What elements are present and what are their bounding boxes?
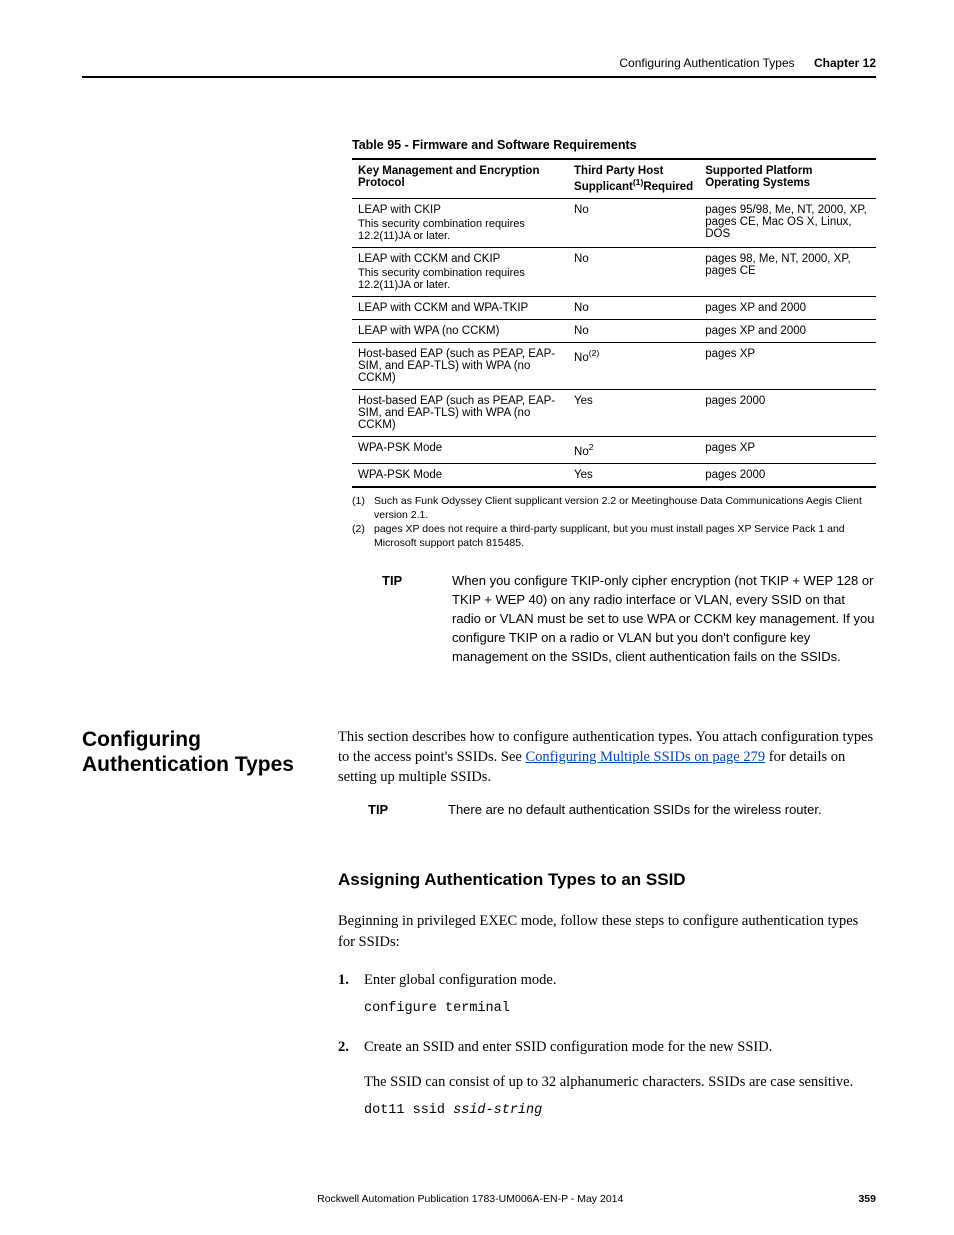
tip-block: TIP There are no default authentication … [338,801,876,819]
code-block: configure terminal [364,1000,876,1019]
footnote: (1) Such as Funk Odyssey Client supplica… [352,494,876,522]
cell-protocol: Host-based EAP (such as PEAP, EAP-SIM, a… [352,342,568,389]
cell-protocol: WPA-PSK Mode [352,463,568,487]
section-heading: Configuring Authentication Types [82,727,338,1139]
cell-supplicant-val: No [574,352,589,364]
col-protocol: Key Management and Encryption Protocol [352,159,568,198]
footer-publication: Rockwell Automation Publication 1783-UM0… [82,1193,858,1205]
cell-supplicant: No [568,319,699,342]
code-em: ssid-string [453,1103,542,1118]
cell-platforms: pages XP and 2000 [699,319,876,342]
col-platforms: Supported Platform Operating Systems [699,159,876,198]
cell-supplicant: Yes [568,463,699,487]
cell-supplicant: No [568,198,699,247]
cell-protocol: LEAP with WPA (no CCKM) [352,319,568,342]
cell-supplicant: No [568,247,699,296]
table-row: LEAP with WPA (no CCKM) No pages XP and … [352,319,876,342]
link-configuring-ssids[interactable]: Configuring Multiple SSIDs on page 279 [525,749,765,765]
step-subtext: The SSID can consist of up to 32 alphanu… [364,1072,876,1092]
header-section: Configuring Authentication Types [619,56,794,70]
table-footnotes: (1) Such as Funk Odyssey Client supplica… [352,494,876,551]
cell-supplicant: Yes [568,389,699,436]
tip-text: When you configure TKIP-only cipher encr… [452,572,876,666]
cell-platforms: pages 2000 [699,389,876,436]
step-text: Enter global configuration mode. [364,972,556,988]
requirements-table: Key Management and Encryption Protocol T… [352,158,876,488]
cell-supplicant: No [568,296,699,319]
steps-list: 1. Enter global configuration mode. conf… [338,970,876,1121]
footnote-num: (2) [352,522,374,550]
step-item: 2. Create an SSID and enter SSID configu… [364,1037,876,1120]
cell-supplicant-val: No [574,446,589,458]
table-row: WPA-PSK Mode Yes pages 2000 [352,463,876,487]
col-supplicant-sup: (1) [633,177,644,187]
step-number: 1. [338,970,349,990]
cell-note: This security combination requires 12.2(… [358,218,562,242]
table-row: Host-based EAP (such as PEAP, EAP-SIM, a… [352,342,876,389]
table-row: LEAP with CKIP This security combination… [352,198,876,247]
page-header: Configuring Authentication Types Chapter… [82,56,876,78]
cell-platforms: pages XP [699,342,876,389]
cell-protocol: LEAP with CKIP [358,204,441,216]
cell-supplicant-sup: 2 [589,442,594,452]
col-supplicant-post: Required [643,181,693,193]
cell-protocol: LEAP with CCKM and WPA-TKIP [352,296,568,319]
section-intro: This section describes how to configure … [338,727,876,788]
footer-page-number: 359 [858,1193,876,1205]
cell-note: This security combination requires 12.2(… [358,267,562,291]
tip-label: TIP [382,572,452,666]
cell-platforms: pages 98, Me, NT, 2000, XP, pages CE [699,247,876,296]
footnote: (2) pages XP does not require a third-pa… [352,522,876,550]
table-row: WPA-PSK Mode No2 pages XP [352,436,876,463]
subsection-lead: Beginning in privileged EXEC mode, follo… [338,911,876,952]
cell-supplicant-sup: (2) [589,348,600,358]
tip-label: TIP [368,801,448,819]
footnote-text: pages XP does not require a third-party … [374,522,876,550]
col-supplicant: Third Party Host Supplicant(1)Required [568,159,699,198]
table-row: LEAP with CCKM and CKIP This security co… [352,247,876,296]
cell-platforms: pages 95/98, Me, NT, 2000, XP, pages CE,… [699,198,876,247]
cell-platforms: pages XP and 2000 [699,296,876,319]
code-pre: dot11 ssid [364,1103,453,1118]
step-text: Create an SSID and enter SSID configurat… [364,1039,772,1055]
cell-platforms: pages 2000 [699,463,876,487]
header-chapter: Chapter 12 [814,56,876,70]
cell-platforms: pages XP [699,436,876,463]
step-number: 2. [338,1037,349,1057]
cell-supplicant: No(2) [568,342,699,389]
table-caption: Table 95 - Firmware and Software Require… [352,138,876,152]
table-row: Host-based EAP (such as PEAP, EAP-SIM, a… [352,389,876,436]
cell-protocol: Host-based EAP (such as PEAP, EAP-SIM, a… [352,389,568,436]
cell-protocol: LEAP with CCKM and CKIP [358,253,500,265]
step-item: 1. Enter global configuration mode. conf… [364,970,876,1019]
subsection-heading: Assigning Authentication Types to an SSI… [338,868,876,892]
code-block: dot11 ssid ssid-string [364,1102,876,1121]
footnote-num: (1) [352,494,374,522]
tip-block: TIP When you configure TKIP-only cipher … [382,572,876,666]
tip-text: There are no default authentication SSID… [448,801,822,819]
footnote-text: Such as Funk Odyssey Client supplicant v… [374,494,876,522]
page-footer: Rockwell Automation Publication 1783-UM0… [82,1193,876,1205]
cell-supplicant: No2 [568,436,699,463]
cell-protocol: WPA-PSK Mode [352,436,568,463]
table-row: LEAP with CCKM and WPA-TKIP No pages XP … [352,296,876,319]
